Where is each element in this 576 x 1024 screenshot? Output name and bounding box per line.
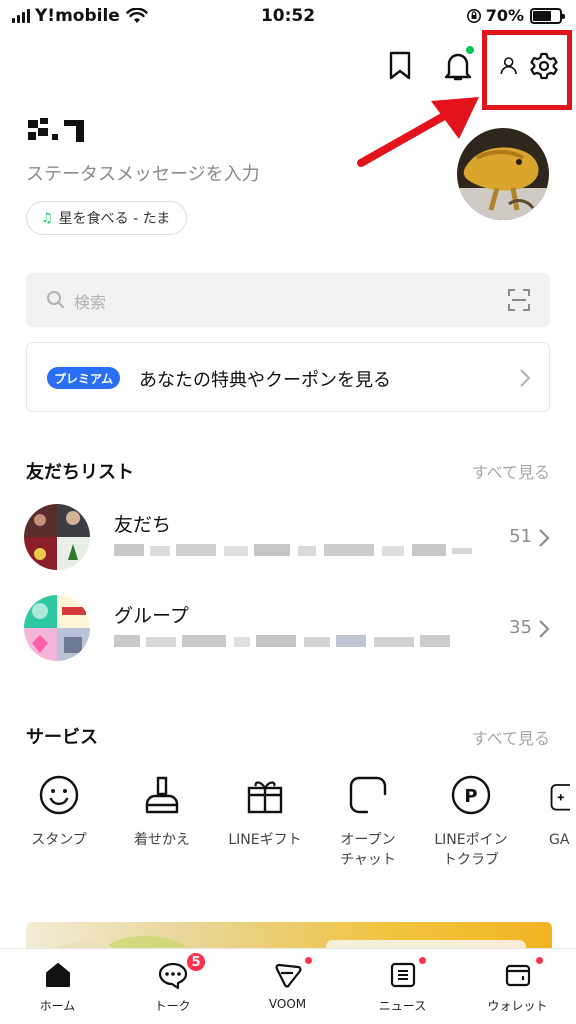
bookmark-icon — [389, 51, 411, 80]
orientation-lock-icon — [466, 8, 481, 23]
search-input[interactable]: 検索 — [74, 289, 106, 313]
notification-dot — [466, 46, 474, 54]
service-theme[interactable]: 着せかえ — [112, 772, 212, 850]
bookmark-button[interactable] — [378, 44, 422, 88]
services-see-all-link[interactable]: すべて見る — [472, 725, 550, 749]
premium-card[interactable]: プレミアム あなたの特典やクーポンを見る — [26, 342, 550, 412]
chevron-right-icon — [539, 620, 550, 638]
voom-icon — [275, 963, 301, 988]
friends-section-title: 友だちリスト — [26, 462, 134, 483]
service-open-chat[interactable]: オープン チャット — [318, 772, 418, 870]
game-icon — [550, 784, 570, 811]
profile-avatar[interactable] — [457, 128, 549, 220]
music-title: 星を食べる - たま — [58, 211, 171, 227]
profile-music-chip[interactable]: ♫ 星を食べる - たま — [26, 201, 188, 235]
unread-badge: 5 — [185, 951, 207, 973]
news-dot — [419, 957, 426, 964]
premium-badge: プレミアム — [47, 367, 121, 389]
brush-icon — [145, 776, 179, 814]
premium-text: あなたの特典やクーポンを見る — [139, 370, 391, 391]
friends-row-title: 友だち — [114, 514, 172, 536]
friends-count: 51 — [509, 526, 532, 547]
services-section-title: サービス — [26, 727, 98, 748]
tab-label: ニュース — [378, 999, 427, 1013]
home-icon — [45, 963, 70, 987]
service-label: LINEギフト — [228, 832, 302, 848]
bottom-tab-bar: ホーム 5 トーク VOOM ニュース ウォレット — [0, 948, 576, 1024]
open-chat-icon — [349, 776, 387, 814]
status-bar: Y!mobile 10:52 70% — [0, 0, 576, 34]
wallet-dot — [536, 957, 543, 964]
tab-home[interactable]: ホーム — [0, 957, 115, 1014]
service-label: LINEポイン トクラブ — [434, 832, 508, 868]
svg-text:P: P — [464, 786, 477, 807]
groups-row[interactable]: グループ 35 — [24, 595, 552, 663]
status-message-input[interactable]: ステータスメッセージを入力 — [26, 160, 260, 186]
friends-row[interactable]: 友だち 51 — [24, 504, 552, 572]
chevron-right-icon — [520, 369, 531, 387]
profile-name-glyph — [28, 118, 84, 142]
groups-count: 35 — [509, 617, 532, 638]
search-icon — [47, 291, 64, 308]
tab-label: VOOM — [268, 997, 307, 1011]
wallet-icon — [505, 964, 530, 987]
smiley-icon — [39, 775, 79, 815]
bell-icon — [444, 53, 472, 81]
chevron-right-icon — [539, 529, 550, 547]
points-icon: P — [451, 775, 491, 815]
search-bar[interactable]: 検索 — [26, 273, 550, 327]
tab-news[interactable]: ニュース — [345, 957, 460, 1014]
groups-avatar-collage — [24, 595, 90, 661]
service-label: 着せかえ — [134, 832, 190, 848]
tab-label: ホーム — [39, 999, 76, 1013]
service-gift[interactable]: LINEギフト — [215, 772, 315, 850]
music-note-icon: ♫ — [41, 210, 53, 226]
chat-bubble-icon — [158, 962, 187, 989]
friends-see-all-link[interactable]: すべて見る — [472, 459, 550, 483]
qr-scan-icon[interactable] — [508, 289, 530, 311]
service-label: GA — [549, 832, 570, 848]
service-label: スタンプ — [31, 832, 87, 848]
battery-fill — [533, 10, 552, 21]
friends-row-preview-blurred — [114, 544, 472, 556]
gift-icon — [247, 781, 283, 814]
tab-talk[interactable]: 5 トーク — [115, 951, 230, 1014]
service-points[interactable]: P LINEポイン トクラブ — [421, 772, 521, 870]
status-right: 70% — [466, 6, 565, 25]
tab-label: トーク — [154, 999, 191, 1013]
tab-label: ウォレット — [487, 999, 548, 1013]
battery-percent: 70% — [485, 6, 524, 25]
lizard-photo — [457, 128, 549, 220]
service-stamp[interactable]: スタンプ — [9, 772, 109, 850]
friends-avatar-collage — [24, 504, 90, 570]
settings-highlight-box — [482, 30, 572, 110]
service-label: オープン チャット — [340, 832, 396, 868]
battery-icon — [530, 7, 565, 24]
news-icon — [390, 962, 415, 988]
notifications-button[interactable] — [436, 44, 480, 88]
voom-dot — [305, 957, 312, 964]
groups-row-title: グループ — [114, 605, 189, 627]
tab-wallet[interactable]: ウォレット — [460, 957, 575, 1014]
tab-voom[interactable]: VOOM — [230, 957, 345, 1011]
service-game[interactable]: GA — [524, 772, 576, 850]
groups-row-preview-blurred — [114, 635, 450, 647]
